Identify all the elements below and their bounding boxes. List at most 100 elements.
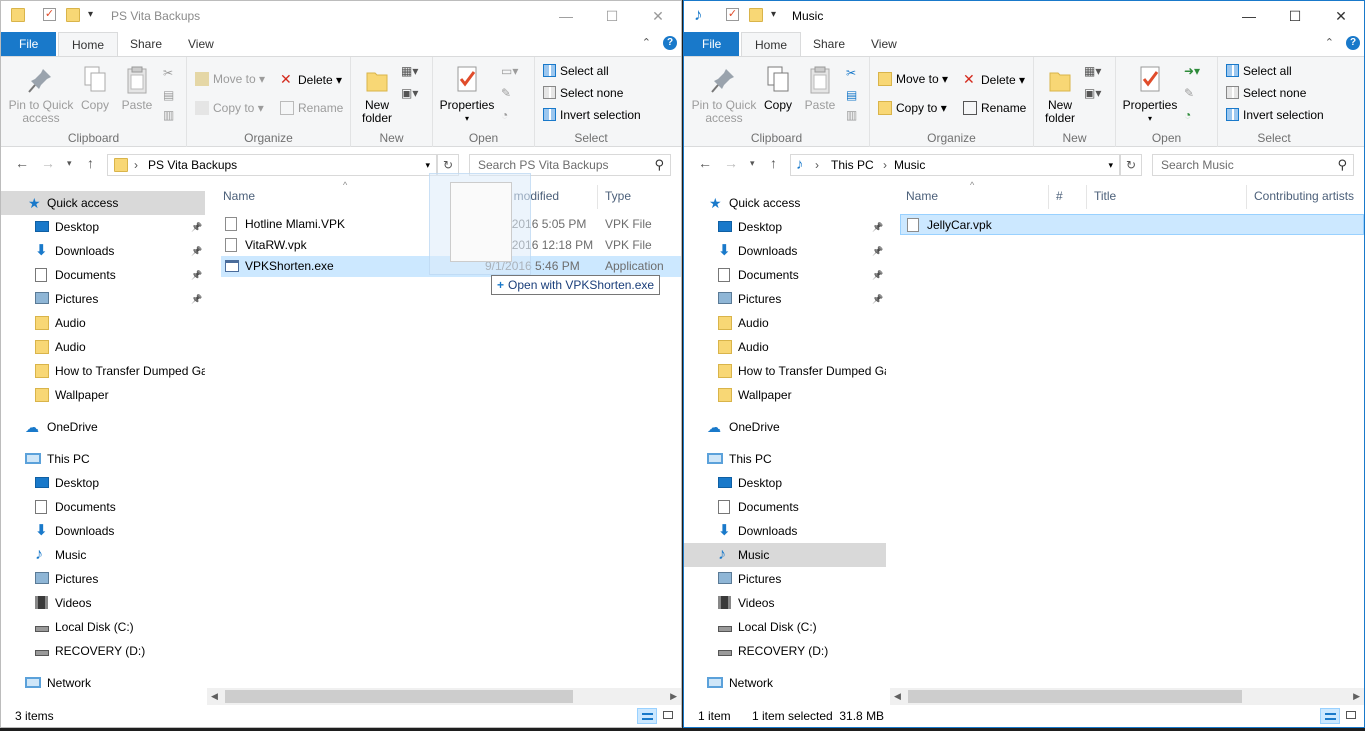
properties-quick-icon[interactable]: ✓ (726, 8, 739, 21)
close-button[interactable]: ✕ (635, 1, 681, 32)
tab-share[interactable]: Share (800, 32, 858, 56)
sidebar-item-downloads[interactable]: ⬇ Downloads (1, 519, 205, 543)
title-bar[interactable]: ✓ ▾ PS Vita Backups — ☐ ✕ (1, 1, 681, 32)
pin-icon[interactable]: 📌 (872, 239, 883, 263)
sidebar-item-documents[interactable]: Documents 📌 (1, 263, 205, 287)
column-header-title[interactable]: Title (1094, 181, 1116, 211)
sidebar-item-desktop[interactable]: Desktop 📌 (684, 215, 886, 239)
sidebar-item-downloads[interactable]: ⬇ Downloads (684, 519, 886, 543)
navigation-pane[interactable]: ★ Quick access Desktop 📌 ⬇ Downloads 📌 Docume… (684, 187, 886, 705)
copy-path-icon[interactable]: ▤ (846, 85, 857, 105)
sidebar-item-local-disk-c[interactable]: Local Disk (C:) (1, 615, 205, 639)
sidebar-item-downloads[interactable]: ⬇ Downloads 📌 (684, 239, 886, 263)
expand-ribbon-icon[interactable]: ⌃ (1325, 36, 1334, 49)
address-dropdown-icon[interactable]: ▾ (425, 160, 430, 171)
navigation-pane[interactable]: ★ Quick access Desktop 📌 ⬇ Downloads 📌 Docume… (1, 187, 205, 705)
nav-quick-access[interactable]: ★ Quick access (684, 191, 886, 215)
pin-icon[interactable]: 📌 (191, 263, 202, 287)
back-icon[interactable]: ← (15, 155, 29, 171)
sidebar-item-how-to-transfer-dumped-ga[interactable]: How to Transfer Dumped Ga (1, 359, 205, 383)
scroll-left-icon[interactable]: ◀ (894, 688, 901, 705)
copy-path-icon[interactable]: ▤ (163, 85, 174, 105)
invert-selection-button[interactable]: Invert selection (1226, 105, 1324, 125)
paste-shortcut-icon[interactable]: ▥ (846, 105, 857, 125)
nav-this-pc[interactable]: This PC (1, 447, 205, 471)
horizontal-scrollbar[interactable]: ◀ ▶ (207, 688, 681, 705)
explorer-window-ps-vita-backups[interactable]: ✓ ▾ PS Vita Backups — ☐ ✕ File Home Shar… (0, 0, 682, 728)
minimize-button[interactable]: — (543, 1, 589, 32)
easy-access-icon[interactable]: ▣▾ (401, 83, 418, 103)
pin-to-quick-access-button[interactable]: Pin to Quick access (688, 65, 760, 125)
column-separator[interactable] (597, 185, 598, 209)
easy-access-icon[interactable]: ▣▾ (1084, 83, 1101, 103)
column-separator[interactable] (1246, 185, 1247, 209)
sidebar-item-videos[interactable]: Videos (1, 591, 205, 615)
forward-icon[interactable]: → (724, 155, 738, 171)
sidebar-item-desktop[interactable]: Desktop (684, 471, 886, 495)
select-all-button[interactable]: Select all (543, 61, 609, 81)
edit-icon[interactable]: ✎ (501, 83, 511, 103)
sidebar-item-documents[interactable]: Documents (1, 495, 205, 519)
sidebar-item-wallpaper[interactable]: Wallpaper (1, 383, 205, 407)
select-all-button[interactable]: Select all (1226, 61, 1292, 81)
new-folder-quick-icon[interactable] (66, 8, 80, 22)
close-button[interactable]: ✕ (1318, 1, 1364, 32)
sidebar-item-audio[interactable]: Audio (1, 335, 205, 359)
minimize-button[interactable]: — (1226, 1, 1272, 32)
column-separator[interactable] (1048, 185, 1049, 209)
column-header-name[interactable]: Name (223, 181, 255, 211)
copy-button[interactable]: Copy (762, 65, 794, 112)
pin-icon[interactable]: 📌 (191, 215, 202, 239)
sidebar-item-pictures[interactable]: Pictures 📌 (1, 287, 205, 311)
properties-button[interactable]: Properties ▾ (439, 65, 495, 125)
address-bar[interactable]: › PS Vita Backups ▾ (107, 154, 437, 176)
search-input[interactable]: Search Music ⚲ (1152, 154, 1354, 176)
open-icon[interactable]: ▭▾ (501, 61, 518, 81)
sidebar-item-how-to-transfer-dumped-ga[interactable]: How to Transfer Dumped Ga (684, 359, 886, 383)
tab-view[interactable]: View (858, 32, 910, 56)
customize-toolbar-icon[interactable]: ▾ (88, 9, 93, 20)
sidebar-item-documents[interactable]: Documents (684, 495, 886, 519)
open-icon[interactable]: ➜▾ (1184, 61, 1200, 81)
column-header-number[interactable]: # (1056, 181, 1063, 211)
column-header-name[interactable]: Name (906, 181, 938, 211)
customize-toolbar-icon[interactable]: ▾ (771, 9, 776, 20)
sidebar-item-recovery-d[interactable]: RECOVERY (D:) (1, 639, 205, 663)
new-item-icon[interactable]: ▦▾ (1084, 61, 1101, 81)
pin-icon[interactable]: 📌 (191, 287, 202, 311)
maximize-button[interactable]: ☐ (589, 1, 635, 32)
tab-home[interactable]: Home (741, 32, 802, 57)
sidebar-item-recovery-d[interactable]: RECOVERY (D:) (684, 639, 886, 663)
refresh-button[interactable]: ↻ (1120, 154, 1142, 176)
column-header-contributing-artists[interactable]: Contributing artists (1254, 181, 1354, 211)
sidebar-item-desktop[interactable]: Desktop (1, 471, 205, 495)
address-dropdown-icon[interactable]: ▾ (1108, 160, 1113, 171)
new-folder-quick-icon[interactable] (749, 8, 763, 22)
column-separator[interactable] (1086, 185, 1087, 209)
sidebar-item-audio[interactable]: Audio (684, 311, 886, 335)
copy-to-button[interactable]: Copy to ▾ (195, 98, 264, 118)
explorer-window-music[interactable]: ♪ ✓ ▾ Music — ☐ ✕ File Home Share View ⌃… (683, 0, 1365, 728)
delete-button[interactable]: ✕ Delete ▾ (963, 69, 1025, 89)
tab-view[interactable]: View (175, 32, 227, 56)
copy-to-button[interactable]: Copy to ▾ (878, 98, 947, 118)
breadcrumb-item[interactable]: PS Vita Backups (148, 158, 237, 172)
cut-icon[interactable]: ✂ (846, 63, 856, 83)
horizontal-scrollbar[interactable]: ◀ ▶ (890, 688, 1364, 705)
forward-icon[interactable]: → (41, 155, 55, 171)
sidebar-item-desktop[interactable]: Desktop 📌 (1, 215, 205, 239)
breadcrumb-item[interactable]: Music (894, 158, 925, 172)
nav-network[interactable]: Network (1, 671, 205, 695)
up-icon[interactable]: ↑ (770, 155, 777, 171)
sidebar-item-pictures[interactable]: Pictures (1, 567, 205, 591)
new-folder-button[interactable]: New folder (357, 65, 397, 125)
details-view-button[interactable] (637, 708, 657, 724)
new-folder-button[interactable]: New folder (1040, 65, 1080, 125)
rename-button[interactable]: Rename (963, 98, 1026, 118)
select-none-button[interactable]: Select none (543, 83, 623, 103)
copy-button[interactable]: Copy (79, 65, 111, 112)
maximize-button[interactable]: ☐ (1272, 1, 1318, 32)
pin-icon[interactable]: 📌 (872, 215, 883, 239)
large-icons-view-button[interactable] (659, 708, 679, 724)
edit-icon[interactable]: ✎ (1184, 83, 1194, 103)
